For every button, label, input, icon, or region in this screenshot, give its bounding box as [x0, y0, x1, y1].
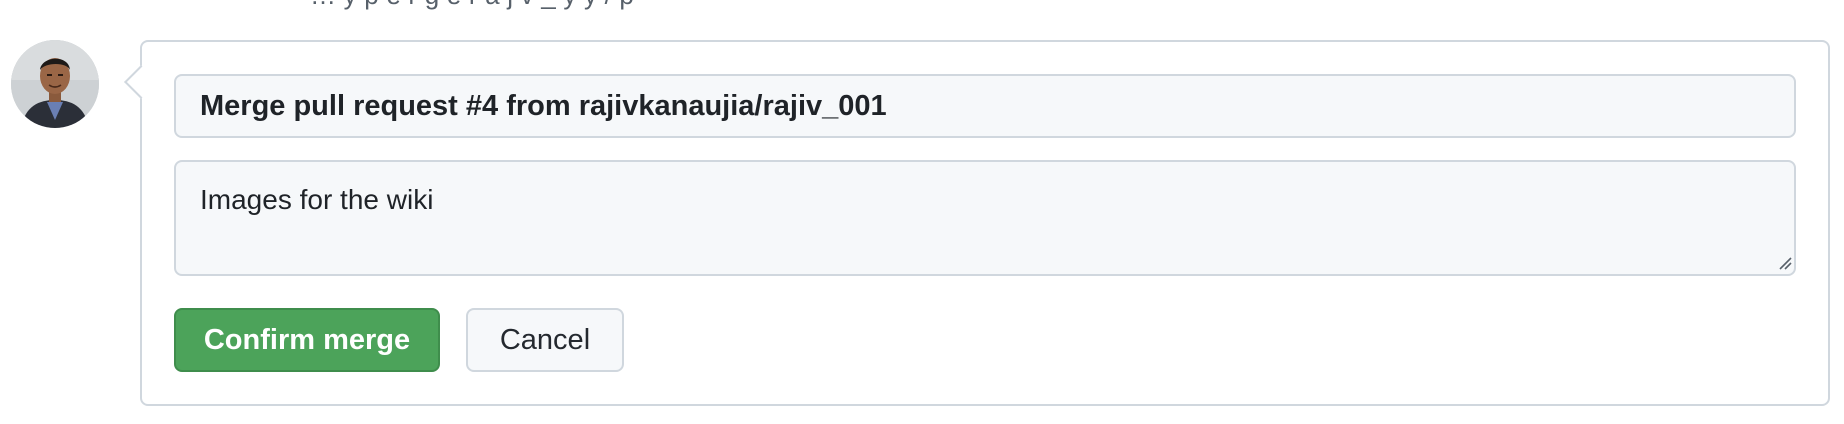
merge-comment-box: Images for the wiki Confirm merge Cancel — [124, 40, 1830, 406]
comment-pointer — [124, 65, 158, 99]
commit-body-textarea[interactable]: Images for the wiki — [174, 160, 1796, 276]
avatar[interactable] — [11, 40, 99, 128]
resize-grip-icon[interactable] — [1778, 256, 1792, 270]
commit-title-input[interactable] — [174, 74, 1796, 138]
confirm-merge-button[interactable]: Confirm merge — [174, 308, 440, 372]
cancel-button[interactable]: Cancel — [466, 308, 624, 372]
avatar-image — [11, 40, 99, 128]
cutoff-header-text: … y p e r g e r a j v _ y y / p — [310, 0, 634, 11]
merge-page: … y p e r g e r a j v _ y y / p — [0, 0, 1844, 424]
